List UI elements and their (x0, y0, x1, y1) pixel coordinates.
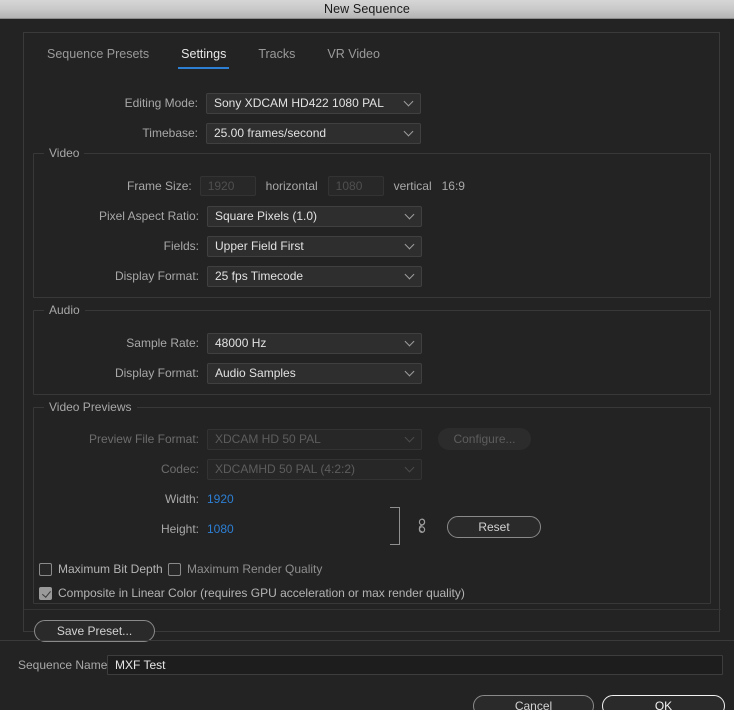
editing-mode-label: Editing Mode: (124, 96, 198, 110)
preview-file-format-row: Preview File Format: XDCAM HD 50 PAL Con… (25, 428, 555, 450)
fields-row: Fields: Upper Field First (25, 235, 445, 257)
video-display-format-row: Display Format: 25 fps Timecode (25, 265, 445, 287)
editing-mode-select[interactable]: Sony XDCAM HD422 1080 PAL (206, 92, 421, 114)
timebase-row: Timebase: 25.00 frames/second (24, 122, 424, 144)
ok-button[interactable]: OK (602, 695, 725, 710)
chain-link-icon[interactable] (417, 518, 427, 534)
max-render-quality-label: Maximum Render Quality (187, 562, 323, 576)
chevron-down-icon (406, 434, 414, 442)
chevron-down-icon (406, 338, 414, 346)
audio-group-title: Audio (44, 304, 85, 317)
configure-button: Configure... (438, 428, 531, 450)
video-group-title: Video (44, 147, 85, 160)
fields-label: Fields: (163, 239, 199, 253)
audio-group: Audio Sample Rate: 48000 Hz Display Form… (33, 304, 711, 395)
audio-display-format-select[interactable]: Audio Samples (207, 362, 422, 384)
max-bit-depth-checkbox-row[interactable]: Maximum Bit Depth (39, 560, 163, 578)
fields-value: Upper Field First (215, 239, 304, 253)
sequence-name-label: Sequence Name: (18, 658, 111, 672)
codec-select: XDCAMHD 50 PAL (4:2:2) (207, 458, 422, 480)
link-dimensions-control[interactable] (390, 505, 438, 547)
frame-width-input[interactable]: 1920 (199, 176, 256, 196)
preview-width-value[interactable]: 1920 (207, 492, 234, 506)
tab-settings[interactable]: Settings (165, 45, 242, 69)
footer-separator (0, 640, 734, 641)
sample-rate-label: Sample Rate: (126, 336, 199, 350)
preview-file-format-label: Preview File Format: (88, 432, 199, 446)
preview-height-label: Height: (160, 522, 199, 536)
video-display-format-select[interactable]: 25 fps Timecode (207, 265, 422, 287)
save-preset-button[interactable]: Save Preset... (34, 620, 155, 642)
max-bit-depth-label: Maximum Bit Depth (58, 562, 163, 576)
max-render-quality-checkbox[interactable] (168, 562, 181, 576)
pixel-aspect-row: Pixel Aspect Ratio: Square Pixels (1.0) (25, 205, 445, 227)
settings-panel: Sequence Presets Settings Tracks VR Vide… (23, 32, 721, 642)
chevron-down-icon (406, 211, 414, 219)
preview-width-row: Width: 1920 (25, 489, 325, 509)
sequence-name-input[interactable]: MXF Test (107, 655, 723, 675)
audio-display-format-row: Display Format: Audio Samples (25, 362, 445, 384)
sample-rate-select[interactable]: 48000 Hz (207, 332, 422, 354)
frame-size-row: Frame Size: 1920 horizontal 1080 vertica… (25, 176, 465, 196)
preview-width-label: Width: (164, 492, 199, 506)
sample-rate-row: Sample Rate: 48000 Hz (25, 332, 445, 354)
frame-height-input[interactable]: 1080 (327, 176, 384, 196)
max-bit-depth-checkbox[interactable] (39, 562, 52, 576)
preview-height-value[interactable]: 1080 (207, 522, 234, 536)
editing-mode-value: Sony XDCAM HD422 1080 PAL (214, 96, 384, 110)
tab-bar: Sequence Presets Settings Tracks VR Vide… (31, 45, 396, 69)
chevron-down-icon (405, 128, 413, 136)
vertical-label: vertical (393, 179, 432, 193)
codec-label: Codec: (160, 462, 199, 476)
audio-display-format-value: Audio Samples (215, 366, 296, 380)
dialog-body: Sequence Presets Settings Tracks VR Vide… (0, 19, 734, 710)
reset-button[interactable]: Reset (447, 516, 541, 538)
pixel-aspect-value: Square Pixels (1.0) (215, 209, 318, 223)
horizontal-label: horizontal (265, 179, 318, 193)
audio-display-format-label: Display Format: (114, 366, 199, 380)
chevron-down-icon (406, 241, 414, 249)
sequence-name-row: Sequence Name: MXF Test (18, 655, 728, 675)
panel-divider (24, 609, 721, 610)
window-titlebar: New Sequence (0, 0, 734, 19)
composite-linear-color-checkbox-row[interactable]: Composite in Linear Color (requires GPU … (39, 584, 465, 602)
video-display-format-label: Display Format: (114, 269, 199, 283)
composite-linear-color-label: Composite in Linear Color (requires GPU … (58, 586, 465, 600)
link-bracket-icon (390, 507, 400, 545)
cancel-button[interactable]: Cancel (473, 695, 594, 710)
chevron-down-icon (405, 98, 413, 106)
tab-vr-video[interactable]: VR Video (311, 45, 396, 69)
codec-row: Codec: XDCAMHD 50 PAL (4:2:2) (25, 458, 445, 480)
chevron-down-icon (406, 271, 414, 279)
editing-mode-row: Editing Mode: Sony XDCAM HD422 1080 PAL (24, 92, 424, 114)
composite-linear-color-checkbox[interactable] (39, 586, 52, 600)
fields-select[interactable]: Upper Field First (207, 235, 422, 257)
window-title: New Sequence (324, 2, 410, 16)
pixel-aspect-select[interactable]: Square Pixels (1.0) (207, 205, 422, 227)
timebase-label: Timebase: (142, 126, 198, 140)
tab-sequence-presets[interactable]: Sequence Presets (31, 45, 165, 69)
tab-tracks[interactable]: Tracks (242, 45, 311, 69)
preview-height-row: Height: 1080 (25, 519, 325, 539)
timebase-value: 25.00 frames/second (214, 126, 327, 140)
max-render-quality-checkbox-row[interactable]: Maximum Render Quality (168, 560, 322, 578)
frame-size-label: Frame Size: (127, 179, 192, 193)
sample-rate-value: 48000 Hz (215, 336, 267, 350)
video-previews-group-title: Video Previews (44, 401, 137, 414)
video-display-format-value: 25 fps Timecode (215, 269, 304, 283)
preview-file-format-select: XDCAM HD 50 PAL (207, 428, 422, 450)
timebase-select[interactable]: 25.00 frames/second (206, 122, 421, 144)
chevron-down-icon (406, 464, 414, 472)
codec-value: XDCAMHD 50 PAL (4:2:2) (215, 462, 356, 476)
pixel-aspect-label: Pixel Aspect Ratio: (98, 209, 199, 223)
preview-file-format-value: XDCAM HD 50 PAL (215, 432, 321, 446)
video-group: Video Frame Size: 1920 horizontal 1080 v… (33, 147, 711, 298)
aspect-ratio-text: 16:9 (441, 179, 465, 193)
chevron-down-icon (406, 368, 414, 376)
